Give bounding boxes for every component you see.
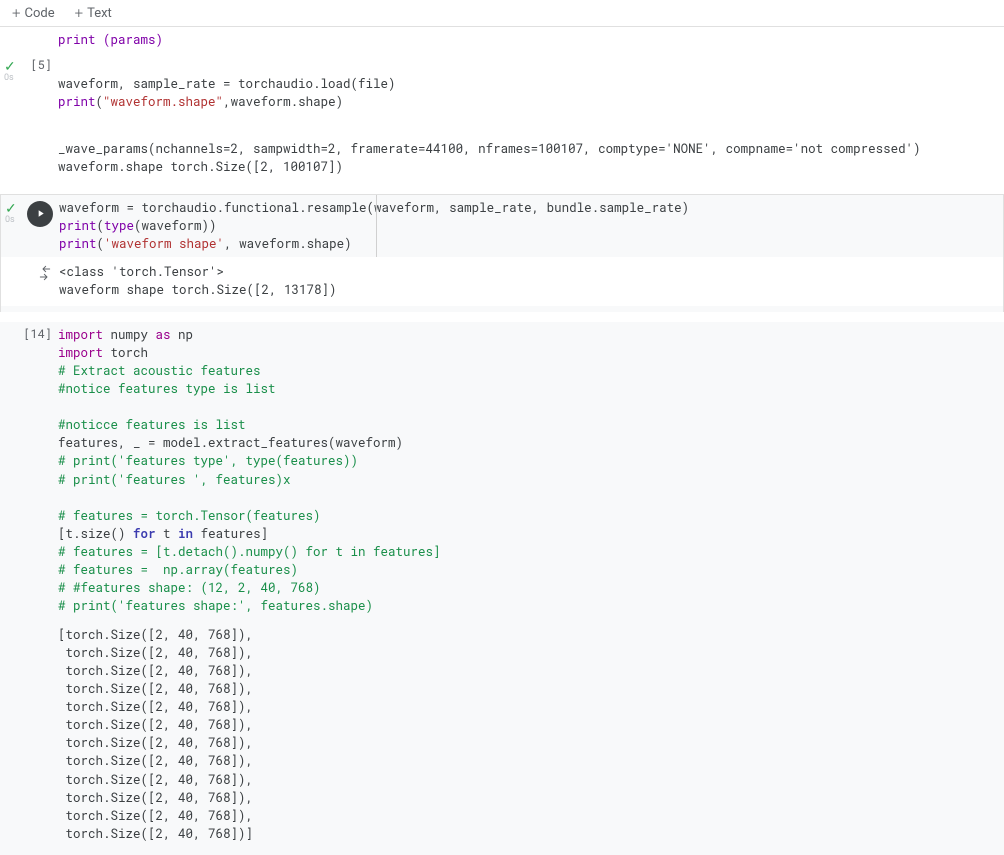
play-icon (35, 208, 46, 219)
code-cell: [14] import numpy as np import torch # E… (0, 322, 1004, 620)
code-token: features] (193, 526, 268, 542)
code-token: print (params) (58, 32, 163, 48)
exec-time-label: 0s (5, 215, 15, 225)
code-content[interactable]: waveform = torchaudio.functional.resampl… (59, 197, 1003, 255)
code-token: t (156, 526, 179, 542)
cell-output: _wave_params(nchannels=2, sampwidth=2, f… (58, 118, 1004, 180)
output-indicator-icon (37, 265, 53, 285)
code-line: # print('features shape:', features.shap… (58, 598, 373, 614)
output-line: torch.Size([2, 40, 768]), (58, 645, 253, 661)
run-button[interactable] (27, 201, 53, 227)
cell-number: [5] (30, 57, 52, 73)
cursor-vline (376, 195, 377, 257)
output-row: _wave_params(nchannels=2, sampwidth=2, f… (0, 116, 1004, 182)
code-line: # features = np.array(features) (58, 562, 298, 578)
code-cell: ✓ 0s [5] waveform, sample_rate = torchau… (0, 53, 1004, 115)
cell-output: <class 'torch.Tensor'> waveform shape to… (59, 259, 1003, 303)
code-token: print (59, 236, 97, 252)
toolbar: + Code + Text (0, 0, 1004, 27)
code-line: # print('features ', features)x (58, 472, 291, 488)
code-cell: print (params) (0, 27, 1004, 53)
add-code-label: Code (24, 6, 54, 21)
code-token: print (58, 94, 96, 110)
cell-gutter: ✓ 0s (1, 197, 59, 255)
code-token: as (156, 327, 171, 343)
code-line: # features = [t.detach().numpy() for t i… (58, 544, 441, 560)
code-line: #notice features type is list (58, 381, 276, 397)
cell-gutter (1, 259, 59, 303)
code-token: torch (103, 345, 148, 361)
cell-gutter (0, 622, 58, 848)
output-line: [torch.Size([2, 40, 768]), (58, 627, 253, 643)
output-line: _wave_params(nchannels=2, sampwidth=2, f… (58, 141, 921, 157)
output-line: <class 'torch.Tensor'> (59, 264, 224, 280)
output-line: torch.Size([2, 40, 768])] (58, 826, 253, 842)
cell-gutter (0, 118, 58, 180)
code-line: waveform = torchaudio.functional.resampl… (59, 200, 689, 216)
add-text-label: Text (87, 6, 112, 21)
output-row: [torch.Size([2, 40, 768]), torch.Size([2… (0, 620, 1004, 850)
plus-icon: + (12, 4, 20, 22)
cell-number: [14] (23, 326, 52, 342)
code-token: import (58, 345, 103, 361)
code-line: # Extract acoustic features (58, 363, 261, 379)
code-line: # #features shape: (12, 2, 40, 768) (58, 580, 321, 596)
output-line: torch.Size([2, 40, 768]), (58, 717, 253, 733)
cell-gutter: [14] (0, 324, 58, 618)
output-line: torch.Size([2, 40, 768]), (58, 681, 253, 697)
output-line: torch.Size([2, 40, 768]), (58, 790, 253, 806)
output-row: <class 'torch.Tensor'> waveform shape to… (1, 257, 1003, 305)
code-line: # features = torch.Tensor(features) (58, 508, 321, 524)
code-token: [t.size() (58, 526, 133, 542)
output-line: torch.Size([2, 40, 768]), (58, 663, 253, 679)
code-token: ( (97, 218, 105, 234)
code-token: print (59, 218, 97, 234)
code-token: import (58, 327, 103, 343)
code-token: ( (96, 94, 104, 110)
code-token: np (171, 327, 194, 343)
code-line: features, _ = model.extract_features(wav… (58, 435, 403, 451)
code-line: # print('features type', type(features)) (58, 453, 358, 469)
code-token: ( (97, 236, 105, 252)
cell-block: [14] import numpy as np import torch # E… (0, 322, 1004, 855)
code-token: in (178, 526, 193, 542)
code-token: 'waveform shape' (104, 236, 224, 252)
code-token: numpy (103, 327, 156, 343)
output-line: torch.Size([2, 40, 768]), (58, 753, 253, 769)
code-content[interactable]: waveform, sample_rate = torchaudio.load(… (58, 55, 1004, 113)
plus-icon: + (75, 4, 83, 22)
output-line: torch.Size([2, 40, 768]), (58, 772, 253, 788)
output-line: torch.Size([2, 40, 768]), (58, 808, 253, 824)
code-content[interactable]: import numpy as np import torch # Extrac… (58, 324, 1004, 618)
add-code-button[interactable]: + Code (8, 2, 59, 24)
code-token: for (133, 526, 156, 542)
cell-gutter (0, 29, 58, 51)
cell-block: ✓ 0s [5] waveform, sample_rate = torchau… (0, 53, 1004, 188)
code-token: "waveform.shape" (103, 94, 223, 110)
code-token: , waveform.shape) (224, 236, 352, 252)
cell-gutter: ✓ 0s [5] (0, 55, 58, 113)
code-content[interactable]: print (params) (58, 29, 1004, 51)
code-token: ,waveform.shape) (223, 94, 343, 110)
output-line: waveform shape torch.Size([2, 13178]) (59, 282, 337, 298)
output-line: waveform.shape torch.Size([2, 100107]) (58, 159, 343, 175)
output-line: torch.Size([2, 40, 768]), (58, 735, 253, 751)
code-line: waveform, sample_rate = torchaudio.load(… (58, 76, 396, 92)
code-cell: ✓ 0s waveform = torchaudio.functional.re… (1, 195, 1003, 257)
code-token: (waveform)) (134, 218, 217, 234)
exec-time-label: 0s (4, 73, 14, 83)
cell-block-selected: ✓ 0s waveform = torchaudio.functional.re… (0, 194, 1004, 312)
output-line: torch.Size([2, 40, 768]), (58, 699, 253, 715)
code-line: #noticce features is list (58, 417, 246, 433)
code-token: type (104, 218, 134, 234)
cell-output: [torch.Size([2, 40, 768]), torch.Size([2… (58, 622, 1004, 848)
add-text-button[interactable]: + Text (71, 2, 116, 24)
